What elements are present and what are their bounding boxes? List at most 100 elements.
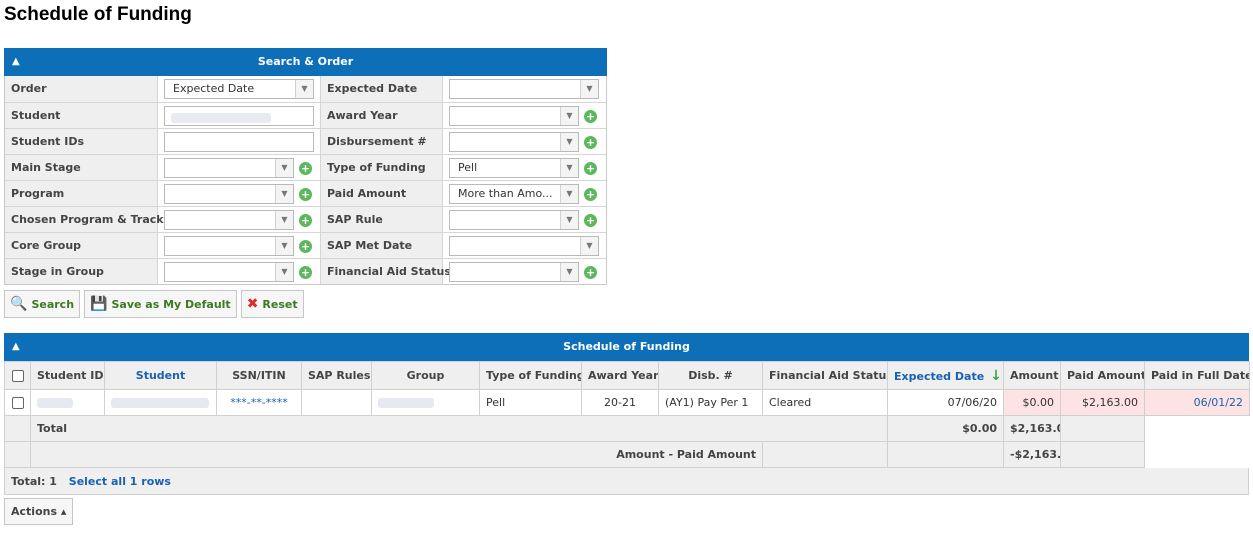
dropdown-arrow-icon[interactable]: ▼: [275, 263, 293, 281]
funding-table: Student ID Student SSN/ITIN SAP Rules Gr…: [4, 361, 1250, 468]
search-dropdown[interactable]: ▼: [164, 236, 294, 256]
col-sap-rules[interactable]: SAP Rules: [301, 361, 372, 390]
collapse-icon[interactable]: ▲: [12, 333, 20, 361]
collapse-icon[interactable]: ▲: [12, 48, 20, 76]
search-label: SAP Met Date: [320, 233, 443, 258]
add-filter-plus-icon[interactable]: +: [584, 214, 597, 227]
red-x-icon: ✖: [246, 296, 259, 312]
search-field-cell: [158, 129, 320, 154]
results-panel: ▲ Schedule of Funding Student ID Student…: [4, 333, 1250, 495]
dropdown-arrow-icon[interactable]: ▼: [275, 211, 293, 229]
select-all-header[interactable]: [4, 361, 31, 390]
expected-date-label: Expected Date: [894, 369, 985, 383]
col-student[interactable]: Student: [104, 361, 217, 390]
dropdown-arrow-icon[interactable]: ▼: [560, 185, 578, 203]
search-panel-header[interactable]: ▲ Search & Order: [4, 48, 607, 76]
search-field-cell: ▼ +: [443, 259, 606, 284]
reset-button-label: Reset: [262, 297, 298, 311]
row-checkbox[interactable]: [11, 397, 24, 409]
col-amount[interactable]: Amount: [1003, 361, 1061, 390]
student-input[interactable]: [164, 106, 314, 126]
search-dropdown[interactable]: ▼: [164, 262, 294, 282]
save-default-label: Save as My Default: [111, 297, 231, 311]
col-disb[interactable]: Disb. #: [658, 361, 763, 390]
cell-sap-rules: [301, 389, 372, 416]
dropdown-arrow-icon[interactable]: ▼: [560, 159, 578, 177]
col-financial-aid-status[interactable]: Financial Aid Status: [762, 361, 888, 390]
diff-value: -$2,163.00: [1003, 441, 1061, 468]
search-dropdown[interactable]: ▼: [164, 210, 294, 230]
add-filter-plus-icon[interactable]: +: [584, 110, 597, 123]
dropdown-arrow-icon[interactable]: ▼: [560, 263, 578, 281]
col-ssn[interactable]: SSN/ITIN: [216, 361, 302, 390]
total-row: Total $0.00 $2,163.00: [4, 415, 1250, 442]
row-select[interactable]: [4, 389, 31, 416]
dropdown-arrow-icon[interactable]: ▼: [580, 80, 598, 98]
save-default-button[interactable]: 💾 Save as My Default: [84, 290, 237, 318]
search-dropdown[interactable]: Expected Date ▼: [164, 79, 314, 99]
select-all-checkbox[interactable]: [11, 370, 24, 382]
search-label: Financial Aid Status: [320, 259, 451, 284]
dropdown-arrow-icon[interactable]: ▼: [560, 107, 578, 125]
search-button[interactable]: 🔍 Search: [4, 290, 81, 318]
add-filter-plus-icon[interactable]: +: [584, 188, 597, 201]
search-dropdown[interactable]: ▼: [449, 79, 599, 99]
add-filter-plus-icon[interactable]: +: [584, 136, 597, 149]
add-filter-plus-icon[interactable]: +: [584, 266, 597, 279]
search-dropdown[interactable]: ▼: [449, 262, 579, 282]
cell-paid-in-full-date[interactable]: 06/01/22: [1144, 389, 1250, 416]
col-paid-in-full-date[interactable]: Paid in Full Date: [1144, 361, 1250, 390]
dropdown-arrow-icon[interactable]: ▼: [275, 159, 293, 177]
add-filter-plus-icon[interactable]: +: [584, 162, 597, 175]
dropdown-arrow-icon[interactable]: ▼: [580, 237, 598, 255]
col-student-id[interactable]: Student ID: [30, 361, 105, 390]
search-dropdown[interactable]: ▼: [449, 132, 579, 152]
col-type-of-funding[interactable]: Type of Funding: [479, 361, 582, 390]
dropdown-arrow-icon[interactable]: ▼: [295, 80, 313, 98]
results-panel-header[interactable]: ▲ Schedule of Funding: [4, 333, 1249, 361]
dropdown-arrow-icon[interactable]: ▼: [560, 211, 578, 229]
search-row: Core Group ▼ + SAP Met Date ▼: [5, 232, 606, 258]
cell-ssn[interactable]: ***-**-****: [216, 389, 302, 416]
search-panel-title: Search & Order: [257, 55, 354, 68]
add-filter-plus-icon[interactable]: +: [299, 188, 312, 201]
search-dropdown[interactable]: ▼: [164, 158, 294, 178]
dropdown-arrow-icon[interactable]: ▼: [275, 185, 293, 203]
page-title: Schedule of Funding: [4, 4, 192, 25]
diff-empty-3: [1060, 441, 1145, 468]
search-dropdown[interactable]: ▼: [449, 236, 599, 256]
col-award-year[interactable]: Award Year: [581, 361, 659, 390]
search-dropdown[interactable]: More than Amo... ▼: [449, 184, 579, 204]
add-filter-plus-icon[interactable]: +: [299, 162, 312, 175]
search-dropdown[interactable]: ▼: [449, 106, 579, 126]
total-amount: $0.00: [887, 415, 1004, 442]
redacted-student-name[interactable]: [111, 398, 209, 408]
col-group[interactable]: Group: [371, 361, 480, 390]
search-dropdown[interactable]: ▼: [164, 184, 294, 204]
select-all-rows-link[interactable]: Select all 1 rows: [69, 475, 171, 488]
search-label: Type of Funding: [320, 155, 443, 180]
difference-row: Amount - Paid Amount -$2,163.00: [4, 441, 1250, 468]
student-ids-input[interactable]: [164, 132, 314, 152]
col-expected-date[interactable]: Expected Date ↓: [887, 361, 1004, 390]
search-field-cell: More than Amo... ▼ +: [443, 181, 606, 206]
search-field-cell: ▼ +: [158, 259, 320, 284]
dropdown-arrow-icon[interactable]: ▼: [560, 133, 578, 151]
add-filter-plus-icon[interactable]: +: [299, 266, 312, 279]
cell-type-of-funding: Pell: [479, 389, 582, 416]
col-paid-amount[interactable]: Paid Amount: [1060, 361, 1145, 390]
total-paid-amount: $2,163.00: [1003, 415, 1061, 442]
redacted-group: [378, 398, 434, 408]
add-filter-plus-icon[interactable]: +: [299, 240, 312, 253]
cell-student-id: [30, 389, 105, 416]
search-label: Award Year: [320, 103, 443, 128]
dropdown-arrow-icon[interactable]: ▼: [275, 237, 293, 255]
search-dropdown[interactable]: Pell ▼: [449, 158, 579, 178]
reset-button[interactable]: ✖ Reset: [240, 290, 304, 318]
add-filter-plus-icon[interactable]: +: [299, 214, 312, 227]
search-field-cell: ▼ +: [158, 181, 320, 206]
cell-student[interactable]: [104, 389, 217, 416]
search-dropdown[interactable]: ▼: [449, 210, 579, 230]
search-label: Order: [5, 76, 158, 102]
actions-button[interactable]: Actions ▴: [4, 498, 74, 525]
